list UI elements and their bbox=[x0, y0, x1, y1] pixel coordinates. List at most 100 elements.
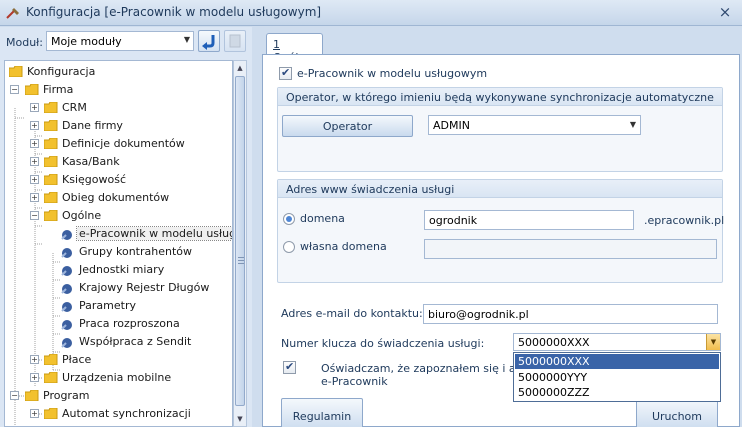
settings-leaf-icon bbox=[61, 230, 72, 240]
collapse-icon[interactable]: − bbox=[10, 85, 19, 94]
forward-button[interactable] bbox=[224, 30, 246, 52]
tree-item-label: Parametry bbox=[79, 299, 136, 312]
tree-item-epracownik[interactable]: e-Pracownik w modelu usług bbox=[60, 225, 232, 243]
statement-checkbox[interactable]: ✔ bbox=[283, 360, 296, 374]
back-arrow-button[interactable] bbox=[198, 30, 220, 52]
domain-radio[interactable] bbox=[283, 213, 295, 225]
operator-button[interactable]: Operator bbox=[282, 115, 413, 137]
folder-icon bbox=[44, 408, 58, 419]
tab-body-ogolne: ✔ e-Pracownik w modelu usługowym Operato… bbox=[262, 54, 740, 427]
tree-item-kasa-bank[interactable]: + Kasa/Bank bbox=[30, 153, 230, 171]
window-title: Konfiguracja [e-Pracownik w modelu usług… bbox=[26, 5, 322, 19]
scroll-down-icon[interactable]: ▼ bbox=[234, 412, 246, 426]
epracownik-checkbox[interactable]: ✔ bbox=[279, 66, 292, 80]
tree-item-label: Obieg dokumentów bbox=[62, 191, 170, 204]
settings-leaf-icon bbox=[61, 248, 72, 258]
scroll-up-icon[interactable]: ▲ bbox=[234, 61, 246, 75]
tree-item-place[interactable]: + Płace bbox=[30, 351, 230, 369]
folder-icon bbox=[44, 156, 58, 167]
tree-item-label: Kasa/Bank bbox=[62, 155, 120, 168]
tree-item-label: Grupy kontrahentów bbox=[79, 245, 193, 258]
pane-splitter[interactable] bbox=[252, 27, 260, 427]
settings-leaf-icon bbox=[61, 320, 72, 330]
tree-item-praca-rozproszona[interactable]: Praca rozproszona bbox=[60, 315, 232, 333]
collapse-icon[interactable]: − bbox=[30, 211, 39, 220]
tree-item-grupy-kontrahentow[interactable]: Grupy kontrahentów bbox=[60, 243, 232, 261]
close-icon[interactable]: × bbox=[716, 3, 734, 21]
settings-leaf-icon bbox=[61, 338, 72, 348]
expand-icon[interactable]: + bbox=[30, 121, 39, 130]
dropdown-option[interactable]: 5000000XXX bbox=[515, 354, 719, 369]
folder-icon bbox=[44, 354, 58, 365]
expand-icon[interactable]: + bbox=[30, 157, 39, 166]
tree-item-label: Jednostki miary bbox=[79, 263, 165, 276]
title-bar: Konfiguracja [e-Pracownik w modelu usług… bbox=[0, 0, 742, 26]
key-select[interactable]: 5000000XXX ▼ bbox=[513, 333, 721, 351]
tree-item-wspolpraca-sendit[interactable]: Współpraca z Sendit bbox=[60, 333, 232, 351]
right-pane: 1 Ogólne ✔ e-Pracownik w modelu usługowy… bbox=[260, 27, 742, 427]
tree-item-urzadzenia-mobilne[interactable]: + Urządzenia mobilne bbox=[30, 369, 230, 387]
own-domain-input[interactable] bbox=[424, 239, 717, 259]
config-tree: Konfiguracja − Firma + CRM + Dane firmy … bbox=[4, 60, 233, 427]
tree-item-obieg-dokumentow[interactable]: + Obieg dokumentów bbox=[30, 189, 230, 207]
tree-item-label: Konfiguracja bbox=[27, 65, 96, 78]
operator-select-value: ADMIN bbox=[433, 119, 470, 132]
tree-item-label: Księgowość bbox=[62, 173, 126, 186]
tree-item-ksiegowosc[interactable]: + Księgowość bbox=[30, 171, 230, 189]
epracownik-checkbox-label: e-Pracownik w modelu usługowym bbox=[297, 67, 488, 80]
folder-icon bbox=[44, 138, 58, 149]
expand-icon[interactable]: + bbox=[30, 355, 39, 364]
tree-item-dane-firmy[interactable]: + Dane firmy bbox=[30, 117, 230, 135]
collapse-icon[interactable]: − bbox=[10, 391, 19, 400]
own-domain-radio[interactable] bbox=[283, 241, 295, 253]
tab-ogolne[interactable]: 1 Ogólne bbox=[266, 33, 323, 64]
operator-select[interactable]: ADMIN ▼ bbox=[428, 115, 641, 135]
address-group: Adres www świadczenia usługi domena ogro… bbox=[277, 179, 724, 283]
tree-item-jednostki-miary[interactable]: Jednostki miary bbox=[60, 261, 232, 279]
tree-item-ogolne[interactable]: − Ogólne bbox=[30, 207, 230, 225]
app-tools-icon bbox=[6, 8, 19, 19]
tree-item-crm[interactable]: + CRM bbox=[30, 99, 230, 117]
tree-item-program[interactable]: − Program bbox=[10, 387, 230, 405]
domain-input[interactable]: ogrodnik bbox=[424, 210, 634, 230]
tree-item-konfiguracja[interactable]: Konfiguracja bbox=[7, 63, 227, 81]
tree-item-krajowy-rejestr-dlugow[interactable]: Krajowy Rejestr Długów bbox=[60, 279, 232, 297]
tree-item-label: Firma bbox=[43, 83, 74, 96]
expand-icon[interactable]: + bbox=[30, 103, 39, 112]
module-select[interactable]: Moje moduły ▼ bbox=[46, 31, 194, 51]
tree-scrollbar[interactable]: ▲ ▼ bbox=[233, 60, 247, 427]
key-select-value: 5000000XXX bbox=[518, 336, 590, 349]
expand-icon[interactable]: + bbox=[30, 193, 39, 202]
tree-item-label: Współpraca z Sendit bbox=[79, 335, 192, 348]
scrollbar-thumb[interactable] bbox=[235, 76, 245, 406]
tree-item-firma[interactable]: − Firma bbox=[10, 81, 230, 99]
settings-leaf-icon bbox=[61, 302, 72, 312]
chevron-down-icon: ▼ bbox=[629, 120, 636, 129]
tree-item-definicje-dokumentow[interactable]: + Definicje dokumentów bbox=[30, 135, 230, 153]
left-pane: Moduł: Moje moduły ▼ Konfiguracja − Firm… bbox=[0, 27, 252, 427]
tree-item-automat-synchronizacji[interactable]: + Automat synchronizacji bbox=[30, 405, 230, 423]
chevron-down-icon[interactable]: ▼ bbox=[706, 334, 720, 350]
chevron-down-icon: ▼ bbox=[183, 35, 190, 44]
tree-item-label: e-Pracownik w modelu usług bbox=[75, 226, 232, 241]
dropdown-option[interactable]: 5000000YYY bbox=[515, 370, 719, 385]
expand-icon[interactable]: + bbox=[30, 373, 39, 382]
grip-icon bbox=[238, 257, 244, 264]
expand-icon[interactable]: + bbox=[30, 409, 39, 418]
settings-leaf-icon bbox=[61, 284, 72, 294]
tree-item-label: Płace bbox=[62, 353, 92, 366]
uruchom-button[interactable]: Uruchom bbox=[636, 398, 718, 427]
key-label: Numer klucza do świadczenia usługi: bbox=[281, 337, 485, 350]
expand-icon[interactable]: + bbox=[30, 139, 39, 148]
tree-item-label: Automat synchronizacji bbox=[62, 407, 191, 420]
tree-item-label: Urządzenia mobilne bbox=[62, 371, 172, 384]
email-input[interactable]: biuro@ogrodnik.pl bbox=[423, 304, 718, 324]
folder-icon bbox=[44, 372, 58, 383]
own-domain-radio-label: własna domena bbox=[300, 240, 387, 253]
dropdown-option[interactable]: 5000000ZZZ bbox=[515, 385, 719, 400]
regulamin-button[interactable]: Regulamin bbox=[281, 398, 363, 427]
folder-icon bbox=[44, 102, 58, 113]
folder-icon bbox=[44, 120, 58, 131]
expand-icon[interactable]: + bbox=[30, 175, 39, 184]
tree-item-parametry[interactable]: Parametry bbox=[60, 297, 232, 315]
